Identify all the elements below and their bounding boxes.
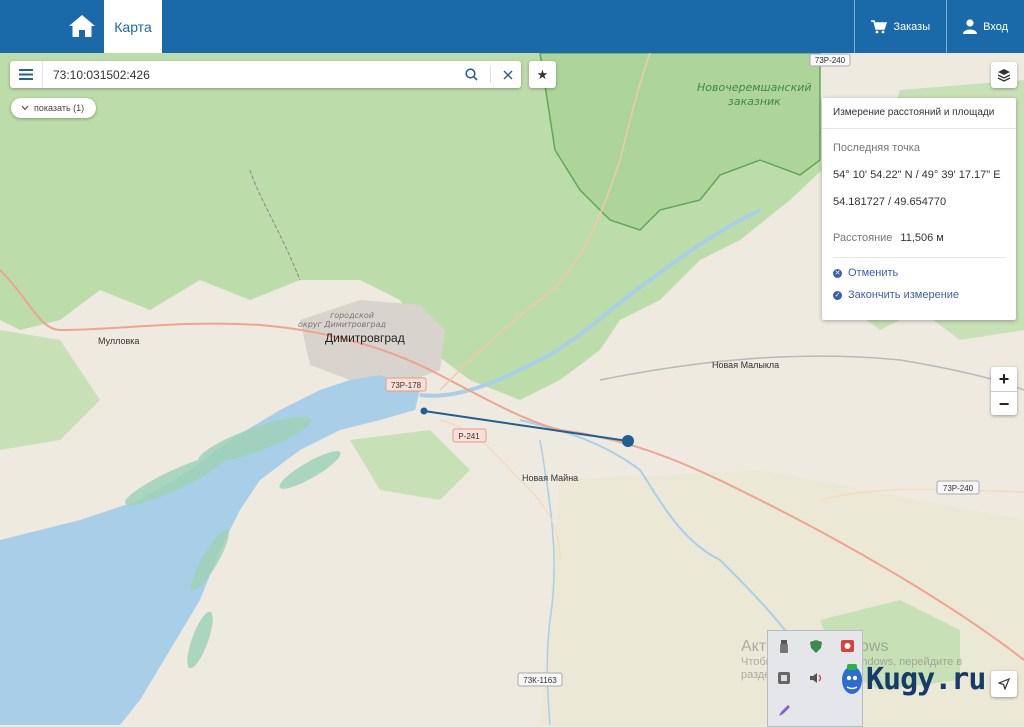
village-label-novaya-mayna: Новая Майна [522, 473, 578, 483]
star-icon: ★ [536, 66, 549, 82]
coordinates-decimal: 54.181727 / 49.654770 [833, 196, 947, 208]
zoom-out-button[interactable]: − [991, 392, 1017, 416]
menu-icon [19, 69, 33, 80]
clear-icon[interactable] [503, 70, 513, 80]
road-shield-label: Р-241 [458, 432, 480, 441]
measure-panel-title: Измерение расстояний и площади [822, 98, 1016, 129]
search-separator [490, 66, 491, 83]
usb-icon[interactable] [777, 639, 791, 653]
road-shield-label: 73Р-240 [943, 484, 974, 493]
zoom-control: + − [991, 367, 1017, 415]
check-icon: ✓ [833, 290, 842, 300]
coordinates-dms: 54° 10' 54.22" N / 49° 39' 17.17" E [833, 169, 1001, 181]
watermark-logo-icon [842, 664, 862, 694]
cart-icon [871, 19, 888, 33]
watermark-text: Kugy.ru [866, 661, 986, 697]
home-button[interactable] [62, 8, 102, 44]
home-icon [69, 15, 95, 37]
search-input[interactable] [43, 66, 455, 83]
user-icon [963, 19, 978, 34]
shield-icon[interactable] [809, 639, 823, 653]
distance-label: Расстояние [833, 232, 893, 244]
search-bar [10, 61, 521, 88]
measure-end-point[interactable] [622, 435, 634, 447]
finish-label: Закончить измерение [848, 289, 960, 301]
layers-button[interactable] [991, 62, 1017, 88]
finish-measure-button[interactable]: ✓ Закончить измерение [833, 289, 959, 301]
favorites-button[interactable]: ★ [529, 61, 556, 88]
orders-button[interactable]: Заказы [854, 0, 946, 53]
cancel-icon: ✕ [833, 268, 842, 278]
village-label-mullovka: Мулловка [98, 336, 139, 346]
login-button[interactable]: Вход [946, 0, 1024, 53]
app-tray-icon[interactable] [777, 671, 791, 685]
road-shield-73p240-top: 73Р-240 [809, 53, 851, 67]
search-actions [465, 61, 513, 88]
tab-map[interactable]: Карта [104, 0, 162, 53]
last-point-label: Последняя точка [833, 142, 920, 154]
volume-icon[interactable] [809, 671, 823, 685]
village-label-novaya-malykla: Новая Малыкла [712, 360, 779, 370]
road-shield-label: 73Р-240 [815, 56, 846, 65]
reserve-label-line2: заказник [728, 95, 781, 108]
locate-icon [998, 678, 1010, 690]
zoom-in-button[interactable]: + [991, 367, 1017, 392]
cancel-measure-button[interactable]: ✕ Отменить [833, 267, 898, 279]
show-results-button[interactable]: показать (1) [11, 98, 97, 118]
search-icon[interactable] [465, 68, 478, 81]
road-shield-73p178: 73Р-178 [385, 377, 427, 392]
city-label: Димитровград [325, 331, 405, 345]
reserve-label-line1: Новочеремшанский [697, 81, 812, 94]
top-bar: Карта Заказы Вход [0, 0, 1024, 53]
road-shield-73k1163: 73К-1163 [517, 672, 563, 687]
menu-button[interactable] [10, 61, 43, 88]
top-nav: Заказы Вход [854, 0, 1024, 53]
measure-start-point[interactable] [420, 407, 428, 415]
road-shield-73p240-right: 73Р-240 [936, 480, 980, 495]
district-label-line1: городской [330, 311, 374, 320]
measure-panel: Измерение расстояний и площади Последняя… [822, 98, 1016, 320]
district-label-line2: округ Димитровград [298, 320, 387, 329]
distance-value: 11,506 м [900, 232, 944, 244]
login-label: Вход [983, 20, 1008, 33]
locate-button[interactable] [991, 671, 1017, 697]
road-shield-label: 73Р-178 [391, 381, 422, 390]
show-results-label: показать (1) [34, 103, 85, 113]
road-shield-p241: Р-241 [452, 428, 487, 443]
pen-icon[interactable] [777, 703, 791, 717]
watermark: Kugy.ru [840, 660, 986, 698]
orders-label: Заказы [893, 20, 931, 33]
cancel-label: Отменить [848, 267, 899, 279]
chevron-down-icon [21, 105, 29, 111]
panel-divider [833, 257, 1006, 258]
distance-row: Расстояние 11,506 м [833, 232, 944, 244]
road-shield-label: 73К-1163 [523, 676, 557, 685]
security-alert-icon[interactable] [840, 639, 854, 653]
layers-icon [997, 69, 1011, 82]
